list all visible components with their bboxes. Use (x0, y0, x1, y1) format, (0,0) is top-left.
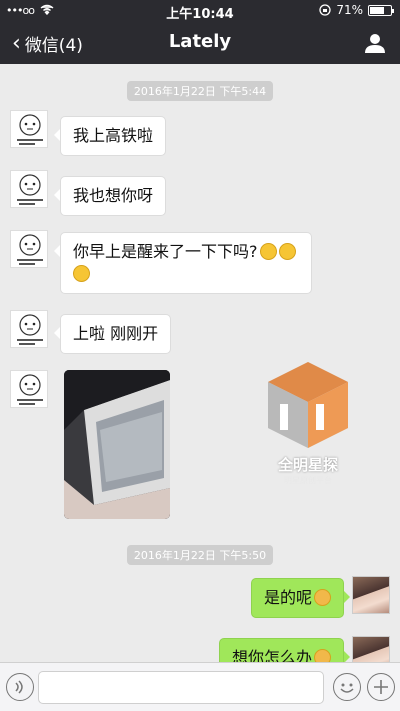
message-bubble[interactable]: 我也想你呀 (53, 176, 167, 216)
person-icon[interactable] (364, 32, 386, 54)
emoji-button[interactable] (333, 673, 361, 701)
message-bubble[interactable]: 想你怎么办 (218, 638, 351, 662)
input-bar (0, 662, 400, 711)
plus-icon (374, 680, 388, 694)
message-input[interactable] (38, 671, 324, 704)
timestamp: 2016年1月22日 下午5:44 (0, 80, 400, 101)
message-bubble[interactable]: 上啦 刚刚开 (53, 314, 172, 354)
cartoon-face-icon (17, 114, 43, 145)
plus-button[interactable] (367, 673, 395, 701)
message-bubble[interactable]: 你早上是醒来了一下下吗? (54, 232, 312, 294)
back-label: 微信(4) (24, 36, 83, 56)
chat-area[interactable]: 2016年1月22日 下午5:44 我上高铁啦 我也想你呀 你早上是醒来了一下下… (0, 64, 400, 662)
watermark: 全明星探 明星原创平台 (266, 360, 350, 486)
my-avatar[interactable] (352, 576, 390, 614)
battery-icon (368, 4, 394, 16)
battery-percent: 71% (336, 3, 363, 17)
rotation-lock-icon (319, 4, 331, 16)
voice-icon (15, 680, 23, 694)
sad-emoji-icon (314, 589, 331, 606)
timestamp: 2016年1月22日 下午5:50 (0, 544, 400, 565)
watermark-text: 全明星探 (277, 456, 338, 474)
cartoon-face-icon (17, 374, 43, 405)
contact-avatar[interactable] (10, 370, 48, 408)
thinking-emoji-icon (73, 265, 90, 282)
contact-avatar[interactable] (10, 230, 48, 268)
watermark-subtext: 明星原创平台 (284, 476, 332, 485)
thinking-emoji-icon (259, 243, 277, 260)
status-bar: •••oo 上午10:44 71% (0, 0, 400, 22)
contact-avatar[interactable] (10, 170, 48, 208)
message-bubble[interactable]: 我上高铁啦 (53, 116, 167, 156)
message-bubble[interactable]: 是的呢 (250, 578, 351, 618)
cartoon-face-icon (17, 174, 43, 205)
photo-message[interactable] (64, 370, 170, 519)
contact-avatar[interactable] (10, 310, 48, 348)
contact-avatar[interactable] (10, 110, 48, 148)
cartoon-face-icon (17, 234, 43, 265)
voice-button[interactable] (6, 673, 34, 701)
sad-emoji-icon (314, 649, 331, 662)
chevron-left-icon: ‹ (12, 30, 21, 56)
smiley-icon (340, 683, 354, 693)
thinking-emoji-icon (278, 243, 296, 260)
train-window-photo (64, 370, 170, 519)
watermark-cube-logo (268, 362, 348, 448)
cartoon-face-icon (17, 314, 43, 345)
back-button[interactable]: ‹ 微信(4) (12, 31, 83, 56)
nav-bar: ‹ 微信(4) Lately (0, 22, 400, 64)
my-avatar[interactable] (352, 636, 390, 662)
